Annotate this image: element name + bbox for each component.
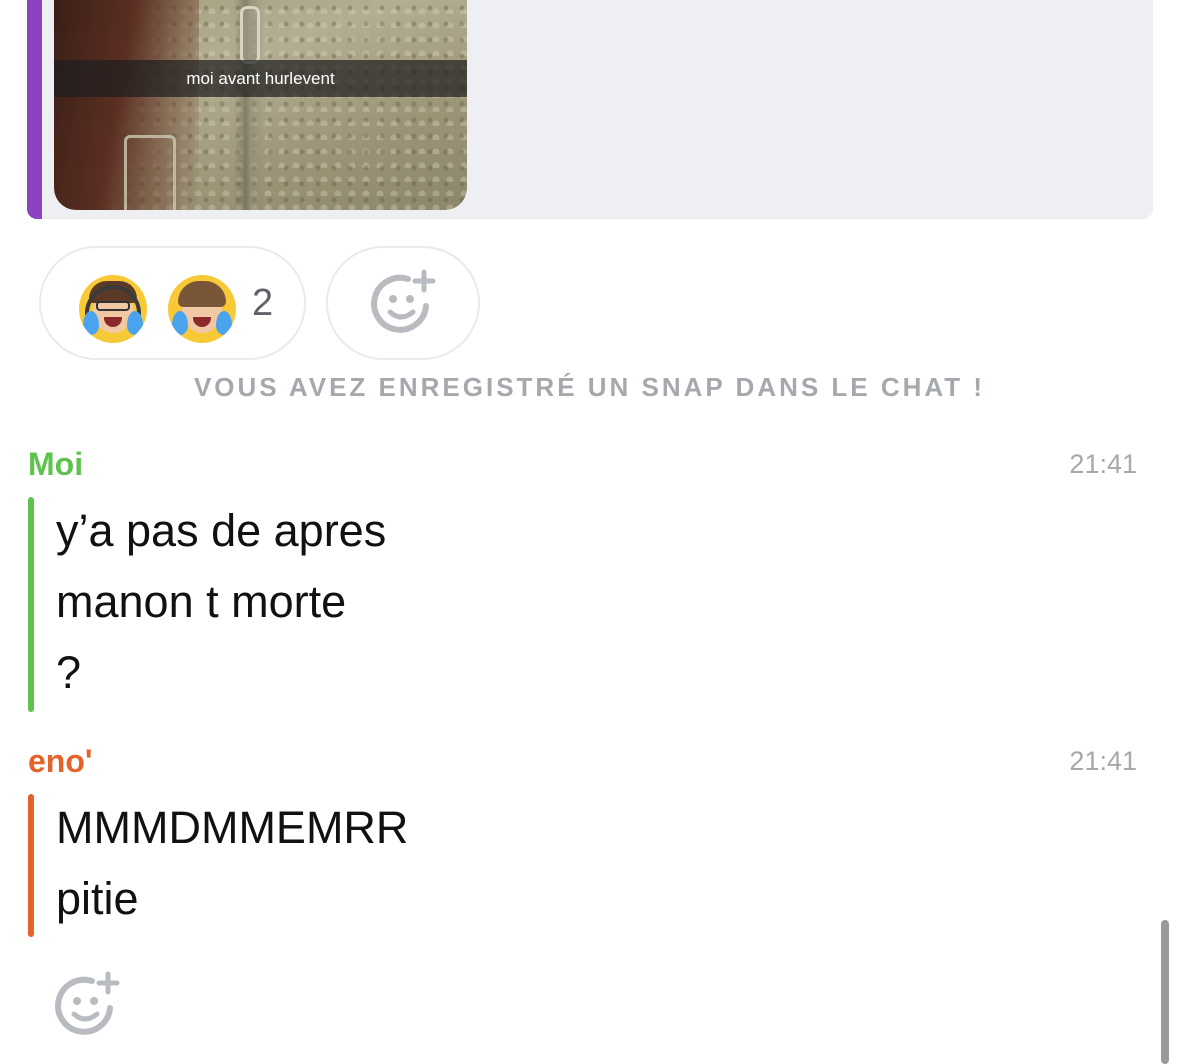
message-accent-bar <box>28 794 34 937</box>
message-text[interactable]: ? <box>56 647 81 699</box>
message-text[interactable]: pitie <box>56 873 139 925</box>
scrollbar[interactable] <box>1161 920 1169 1064</box>
message-text[interactable]: manon t morte <box>56 576 346 628</box>
snap-photo[interactable]: moi avant hurlevent <box>54 0 467 210</box>
message-text[interactable]: MMMDMMEMRR <box>56 802 408 854</box>
message-timestamp: 21:41 <box>1069 449 1137 479</box>
snap-caption: moi avant hurlevent <box>54 60 467 97</box>
message-text[interactable]: y’a pas de apres <box>56 505 386 557</box>
add-reaction-icon[interactable] <box>368 268 438 338</box>
saved-snap-card[interactable]: moi avant hurlevent <box>27 0 1153 219</box>
add-reaction-icon[interactable] <box>52 970 122 1040</box>
bitmoji-avatar-1 <box>79 275 147 343</box>
snap-photo-zipper-pull <box>240 6 260 64</box>
snap-photo-pocket <box>124 135 176 210</box>
snap-accent-bar <box>27 0 42 219</box>
sender-name: eno' <box>28 743 93 779</box>
message-timestamp: 21:41 <box>1069 746 1137 776</box>
saved-snap-notice: VOUS AVEZ ENREGISTRÉ UN SNAP DANS LE CHA… <box>193 372 986 402</box>
sender-name: Moi <box>28 446 84 482</box>
message-accent-bar <box>28 497 34 712</box>
bitmoji-avatar-2 <box>168 275 236 343</box>
reaction-count: 2 <box>252 282 274 324</box>
chat-screen: moi avant hurlevent 2 VOUS AVEZ ENREGIST… <box>0 0 1179 1064</box>
